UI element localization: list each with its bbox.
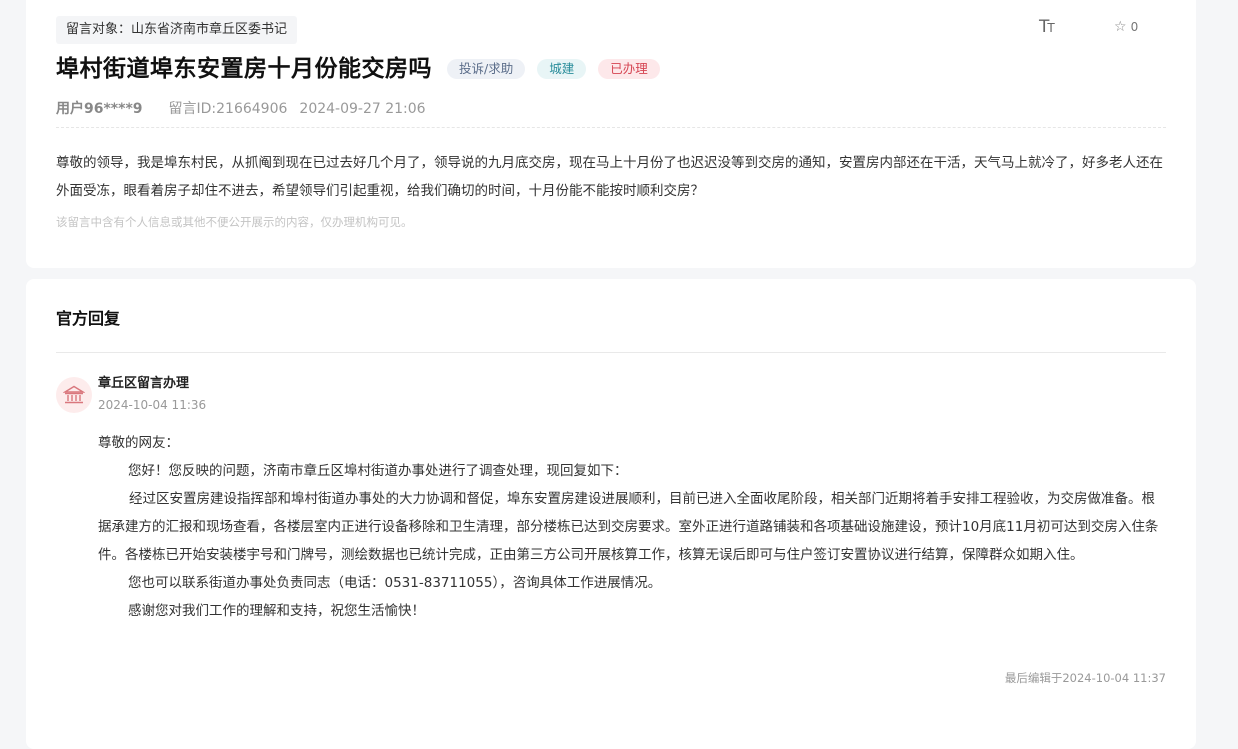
message-id: 留言ID:21664906 <box>168 101 288 117</box>
reply-heading: 官方回复 <box>56 309 121 328</box>
user-name: 用户96****9 <box>56 101 143 117</box>
message-content: 尊敬的领导，我是埠东村民，从抓阄到现在已过去好几个月了，领导说的九月底交房，现在… <box>56 155 1163 199</box>
category-badge: 城建 <box>537 59 587 79</box>
message-datetime: 2024-09-27 21:06 <box>299 101 426 117</box>
font-size-icon[interactable]: TT <box>1039 16 1061 38</box>
privacy-note: 该留言中含有个人信息或其他不便公开展示的内容，仅办理机构可见。 <box>56 215 413 229</box>
org-time: 2024-10-04 11:36 <box>98 398 207 412</box>
type-badge: 投诉/求助 <box>447 59 526 79</box>
title-row: 埠村街道埠东安置房十月份能交房吗 投诉/求助 城建 已办理 <box>56 50 660 88</box>
reply-card: 官方回复 章丘区留言办理 2024-10-04 11:36 尊敬的网友： 您好！… <box>26 279 1196 749</box>
last-edited: 最后编辑于2024-10-04 11:37 <box>1004 671 1166 685</box>
reply-body: 尊敬的网友： 您好！您反映的问题，济南市章丘区埠村街道办事处进行了调查处理，现回… <box>98 429 1166 625</box>
star-icon: ☆ <box>1114 19 1127 35</box>
reply-paragraph: 经过区安置房建设指挥部和埠村街道办事处的大力协调和督促，埠东安置房建设进展顺利，… <box>98 491 1159 563</box>
page-title: 埠村街道埠东安置房十月份能交房吗 <box>56 56 432 82</box>
message-card: 留言对象：山东省济南市章丘区委书记 TT ☆ 0 埠村街道埠东安置房十月份能交房… <box>26 0 1196 268</box>
divider <box>56 127 1166 128</box>
favorite-count: 0 <box>1130 20 1139 34</box>
favorite-button[interactable]: ☆ 0 <box>1114 20 1138 34</box>
government-building-icon <box>56 377 92 413</box>
reply-paragraph: 您也可以联系街道办事处负责同志（电话：0531-83711055），咨询具体工作… <box>128 575 662 591</box>
reply-paragraph: 感谢您对我们工作的理解和支持，祝您生活愉快！ <box>128 603 425 619</box>
reply-greeting: 尊敬的网友： <box>98 435 179 451</box>
reply-paragraph: 您好！您反映的问题，济南市章丘区埠村街道办事处进行了调查处理，现回复如下： <box>128 463 628 479</box>
divider <box>56 352 1166 353</box>
message-target-tag: 留言对象：山东省济南市章丘区委书记 <box>56 16 298 44</box>
status-badge: 已办理 <box>598 59 660 79</box>
message-meta: 用户96****9 留言ID:21664906 2024-09-27 21:06 <box>56 100 426 118</box>
target-label: 留言对象： <box>66 22 132 37</box>
org-name: 章丘区留言办理 <box>98 376 190 391</box>
target-value: 山东省济南市章丘区委书记 <box>131 22 288 37</box>
